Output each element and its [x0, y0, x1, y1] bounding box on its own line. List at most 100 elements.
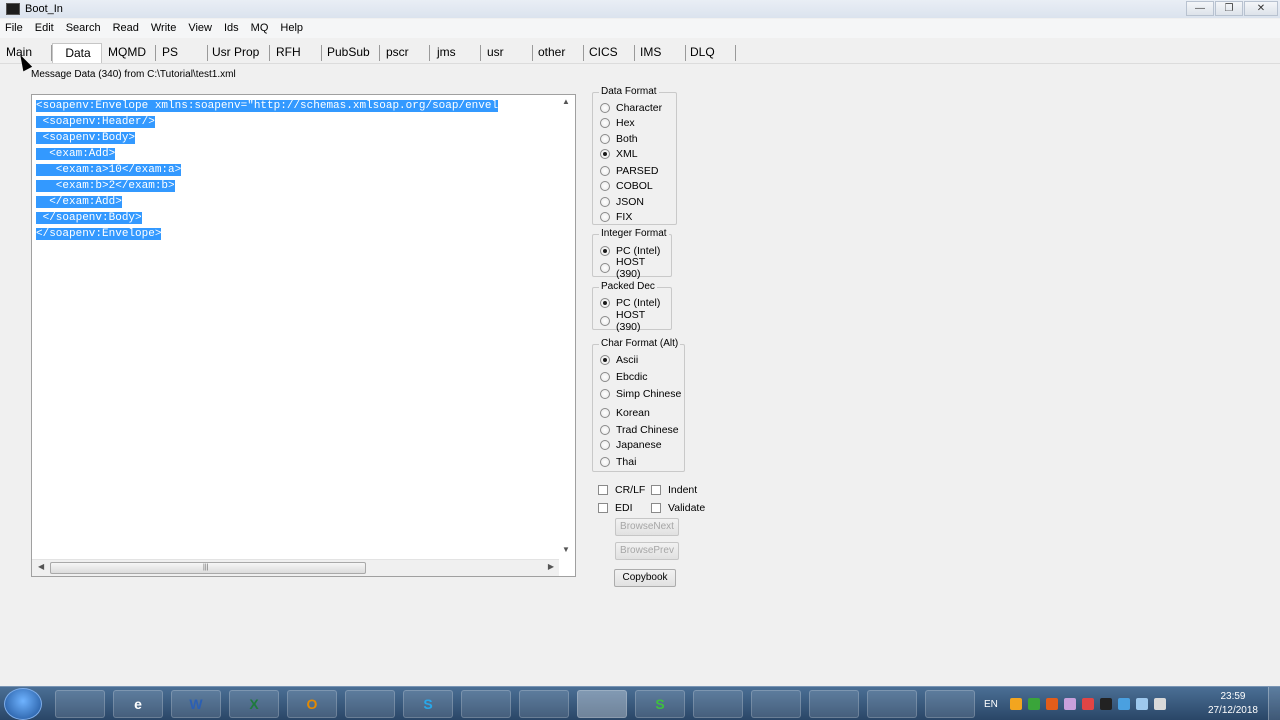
radio-circle-icon[interactable]: [600, 408, 610, 418]
xml-content[interactable]: <soapenv:Envelope xmlns:soapenv="http://…: [36, 98, 558, 553]
radio-int-host[interactable]: HOST (390): [600, 256, 671, 280]
tab-dlq[interactable]: DLQ: [688, 43, 736, 63]
terminal-icon[interactable]: [693, 690, 743, 718]
checkbox-icon[interactable]: [651, 485, 661, 495]
tab-ims[interactable]: IMS: [638, 43, 686, 63]
network-icon[interactable]: [809, 690, 859, 718]
radio-circle-icon[interactable]: [600, 263, 610, 273]
radio-thai[interactable]: Thai: [600, 455, 636, 469]
tray-app-icon[interactable]: [1027, 698, 1040, 710]
radio-hex[interactable]: Hex: [600, 116, 635, 130]
crlf-checkbox[interactable]: CR/LF: [598, 483, 645, 497]
outlook-icon[interactable]: O: [287, 690, 337, 718]
vertical-scrollbar[interactable]: ▲ ▼: [558, 95, 575, 560]
checkbox-icon[interactable]: [651, 503, 661, 513]
tab-rfh[interactable]: RFH: [274, 43, 322, 63]
tools-icon[interactable]: [925, 690, 975, 718]
menu-file[interactable]: File: [0, 19, 29, 38]
radio-selected-icon[interactable]: [600, 355, 610, 365]
rfhutil-icon[interactable]: [577, 690, 627, 718]
minimize-button[interactable]: —: [1186, 1, 1214, 16]
checkbox-icon[interactable]: [598, 503, 608, 513]
excel-icon[interactable]: X: [229, 690, 279, 718]
dollar-app-icon[interactable]: S: [635, 690, 685, 718]
radio-korean[interactable]: Korean: [600, 406, 650, 420]
tab-data[interactable]: Data: [52, 43, 102, 63]
tray-app-icon[interactable]: [1099, 698, 1112, 710]
volume-icon[interactable]: [1153, 698, 1166, 710]
tray-app-icon[interactable]: [1117, 698, 1130, 710]
word-icon[interactable]: W: [171, 690, 221, 718]
scroll-right-icon[interactable]: ▶: [548, 562, 554, 571]
tray-app-icon[interactable]: [1009, 698, 1022, 710]
radio-circle-icon[interactable]: [600, 372, 610, 382]
copybook-button[interactable]: Copybook: [614, 569, 676, 587]
radio-parsed[interactable]: PARSED: [600, 164, 658, 178]
tab-ps[interactable]: PS: [160, 43, 208, 63]
internet-explorer-icon[interactable]: e: [113, 690, 163, 718]
tab-pubsub[interactable]: PubSub: [325, 43, 380, 63]
radio-circle-icon[interactable]: [600, 212, 610, 222]
menu-help[interactable]: Help: [274, 19, 309, 38]
close-button[interactable]: ✕: [1244, 1, 1278, 16]
radio-fix[interactable]: FIX: [600, 210, 632, 224]
tray-app-icon[interactable]: [1045, 698, 1058, 710]
radio-circle-icon[interactable]: [600, 457, 610, 467]
radio-selected-icon[interactable]: [600, 298, 610, 308]
skype-icon[interactable]: S: [403, 690, 453, 718]
menu-view[interactable]: View: [182, 19, 218, 38]
radio-circle-icon[interactable]: [600, 316, 610, 326]
scroll-down-icon[interactable]: ▼: [562, 545, 570, 554]
language-indicator[interactable]: EN: [984, 699, 998, 710]
radio-character[interactable]: Character: [600, 101, 662, 115]
tab-pscr[interactable]: pscr: [384, 43, 430, 63]
browse-prev-button[interactable]: BrowsePrev: [615, 542, 679, 560]
radio-both[interactable]: Both: [600, 132, 638, 146]
menu-edit[interactable]: Edit: [29, 19, 60, 38]
scroll-up-icon[interactable]: ▲: [562, 97, 570, 106]
radio-packed-pc[interactable]: PC (Intel): [600, 296, 660, 310]
radio-circle-icon[interactable]: [600, 166, 610, 176]
browse-next-button[interactable]: BrowseNext: [615, 518, 679, 536]
radio-cobol[interactable]: COBOL: [600, 179, 653, 193]
message-data-editor[interactable]: <soapenv:Envelope xmlns:soapenv="http://…: [31, 94, 576, 577]
checkbox-icon[interactable]: [598, 485, 608, 495]
start-button[interactable]: [4, 688, 42, 720]
radio-trad-chinese[interactable]: Trad Chinese: [600, 423, 679, 437]
horizontal-scrollbar[interactable]: ◀ ||| ▶: [32, 559, 559, 576]
radio-circle-icon[interactable]: [600, 134, 610, 144]
indent-checkbox[interactable]: Indent: [651, 483, 697, 497]
clock[interactable]: 23:59 27/12/2018: [1208, 690, 1258, 718]
tab-other[interactable]: other: [536, 43, 584, 63]
tab-mqmd[interactable]: MQMD: [106, 43, 156, 63]
tab-cics[interactable]: CICS: [587, 43, 635, 63]
radio-circle-icon[interactable]: [600, 118, 610, 128]
menu-mq[interactable]: MQ: [245, 19, 275, 38]
radio-ebcdic[interactable]: Ebcdic: [600, 370, 648, 384]
folder-icon[interactable]: [345, 690, 395, 718]
radio-selected-icon[interactable]: [600, 149, 610, 159]
network-status-icon[interactable]: [1135, 698, 1148, 710]
radio-simp-chinese[interactable]: Simp Chinese: [600, 387, 681, 401]
radio-circle-icon[interactable]: [600, 197, 610, 207]
radio-json[interactable]: JSON: [600, 195, 644, 209]
show-desktop-button[interactable]: [1268, 687, 1280, 720]
menu-read[interactable]: Read: [107, 19, 145, 38]
remote-desktop-icon[interactable]: [867, 690, 917, 718]
radio-circle-icon[interactable]: [600, 103, 610, 113]
menu-search[interactable]: Search: [60, 19, 107, 38]
radio-circle-icon[interactable]: [600, 389, 610, 399]
tab-usr[interactable]: usr: [485, 43, 533, 63]
menu-write[interactable]: Write: [145, 19, 182, 38]
tab-jms[interactable]: jms: [435, 43, 481, 63]
maximize-button[interactable]: ❐: [1215, 1, 1243, 16]
toolbox-icon[interactable]: [461, 690, 511, 718]
radio-circle-icon[interactable]: [600, 440, 610, 450]
validate-checkbox[interactable]: Validate: [651, 501, 705, 515]
radio-selected-icon[interactable]: [600, 246, 610, 256]
radio-ascii[interactable]: Ascii: [600, 353, 638, 367]
edi-checkbox[interactable]: EDI: [598, 501, 633, 515]
radio-circle-icon[interactable]: [600, 425, 610, 435]
scroll-left-icon[interactable]: ◀: [38, 562, 44, 571]
radio-packed-host[interactable]: HOST (390): [600, 309, 671, 333]
